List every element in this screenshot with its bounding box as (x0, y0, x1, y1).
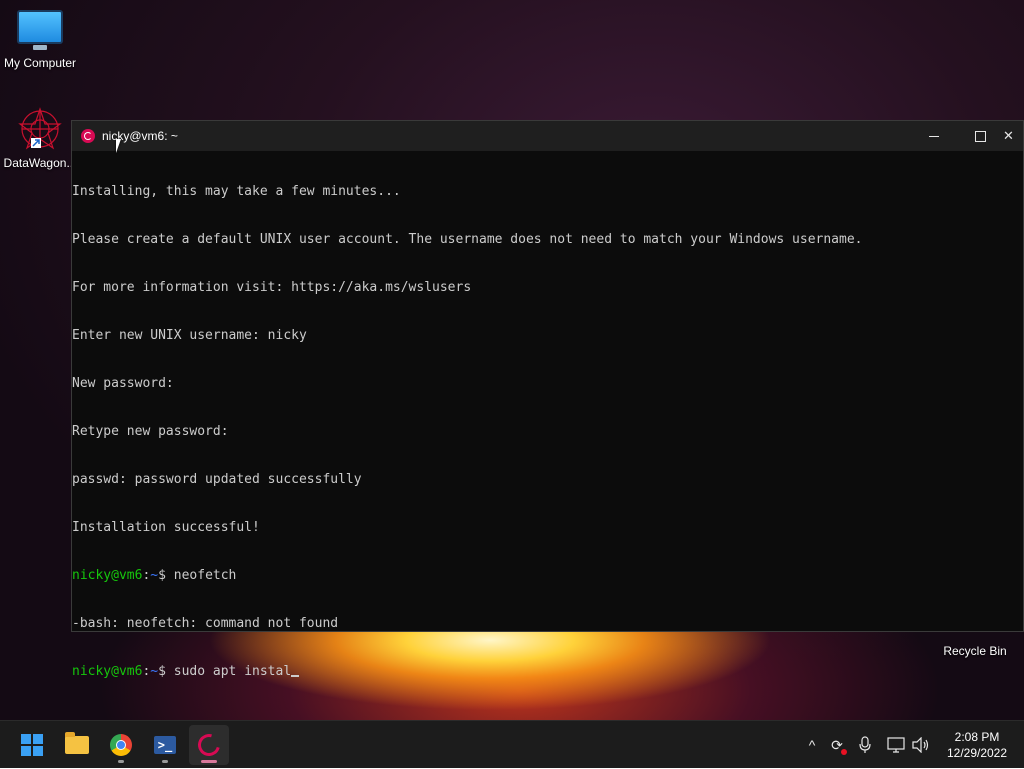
taskbar: >_ ^ ⟳ 2:08 PM 12/29/2022 (0, 720, 1024, 768)
tray-network-button[interactable] (884, 721, 908, 769)
running-indicator (118, 760, 124, 763)
taskbar-debian[interactable] (189, 725, 229, 765)
terminal-line: Enter new UNIX username: nicky (72, 328, 307, 343)
terminal-line: Installation successful! (72, 520, 260, 535)
windows-start-icon (21, 734, 43, 756)
minimize-icon (929, 135, 939, 137)
terminal-window[interactable]: nicky@vm6: ~ ✕ Installing, this may take… (71, 120, 1024, 679)
debian-icon (81, 129, 95, 143)
terminal-output[interactable]: Installing, this may take a few minutes.… (72, 151, 1023, 712)
desktop: My Computer DataWagon... Recycle Bin nic… (0, 0, 1024, 720)
folder-icon (65, 732, 89, 754)
close-icon: ✕ (1003, 128, 1014, 143)
chevron-up-icon: ^ (808, 737, 816, 753)
taskbar-chrome[interactable] (101, 725, 141, 765)
terminal-titlebar[interactable]: nicky@vm6: ~ ✕ (72, 121, 1023, 151)
microphone-icon (859, 736, 871, 753)
clock-date: 12/29/2022 (946, 746, 1008, 760)
prompt-user: nicky@vm6 (72, 664, 143, 679)
network-icon (887, 737, 905, 753)
prompt-command[interactable]: sudo apt instal (174, 664, 291, 679)
volume-icon (912, 737, 929, 753)
tray-volume-button[interactable] (910, 721, 932, 769)
taskbar-powershell[interactable]: >_ (145, 725, 185, 765)
datawagon-shortcut-icon (18, 107, 62, 150)
prompt-path: ~ (150, 664, 159, 679)
tray-sync-button[interactable]: ⟳ (826, 721, 848, 769)
taskbar-file-explorer[interactable] (57, 725, 97, 765)
close-button[interactable]: ✕ (1003, 121, 1023, 151)
prompt-command: neofetch (173, 568, 237, 583)
window-title: nicky@vm6: ~ (102, 129, 178, 143)
mouse-pointer-icon (116, 139, 126, 153)
terminal-line: Retype new password: (72, 424, 229, 439)
taskbar-clock[interactable]: 2:08 PM 12/29/2022 (938, 729, 1016, 761)
terminal-line: Installing, this may take a few minutes.… (72, 184, 401, 199)
prompt-symbol: $ (158, 568, 174, 583)
desktop-icon-datawagon[interactable]: DataWagon... (0, 106, 80, 170)
tray-microphone-button[interactable] (854, 721, 876, 769)
alert-dot (841, 749, 847, 755)
terminal-line: passwd: password updated successfully (72, 472, 362, 487)
minimize-button[interactable] (911, 121, 957, 151)
maximize-button[interactable] (957, 121, 1003, 151)
desktop-icon-my-computer[interactable]: My Computer (0, 10, 80, 70)
maximize-icon (974, 130, 986, 142)
prompt-symbol: $ (158, 664, 174, 679)
text-cursor (291, 675, 300, 677)
terminal-line: New password: (72, 376, 174, 391)
prompt-line: nicky@vm6:~$ sudo apt instal (72, 664, 1023, 680)
debian-icon (193, 729, 225, 761)
monitor-icon (17, 10, 63, 50)
running-indicator (162, 760, 168, 763)
terminal-line: -bash: neofetch: command not found (72, 616, 339, 631)
start-button[interactable] (12, 725, 52, 765)
powershell-icon: >_ (154, 736, 176, 754)
clock-time: 2:08 PM (954, 730, 1000, 744)
prompt-user: nicky@vm6 (72, 568, 143, 583)
desktop-icon-label: My Computer (3, 56, 77, 70)
terminal-line: Please create a default UNIX user accoun… (72, 232, 863, 247)
running-indicator (201, 760, 217, 763)
tray-overflow-button[interactable]: ^ (802, 721, 822, 769)
chrome-icon (110, 734, 132, 756)
desktop-icon-label: DataWagon... (3, 156, 77, 170)
prompt-path: ~ (150, 568, 159, 583)
terminal-line: For more information visit: https://aka.… (72, 280, 472, 295)
prompt-line: nicky@vm6:~$ neofetch (72, 568, 1023, 584)
